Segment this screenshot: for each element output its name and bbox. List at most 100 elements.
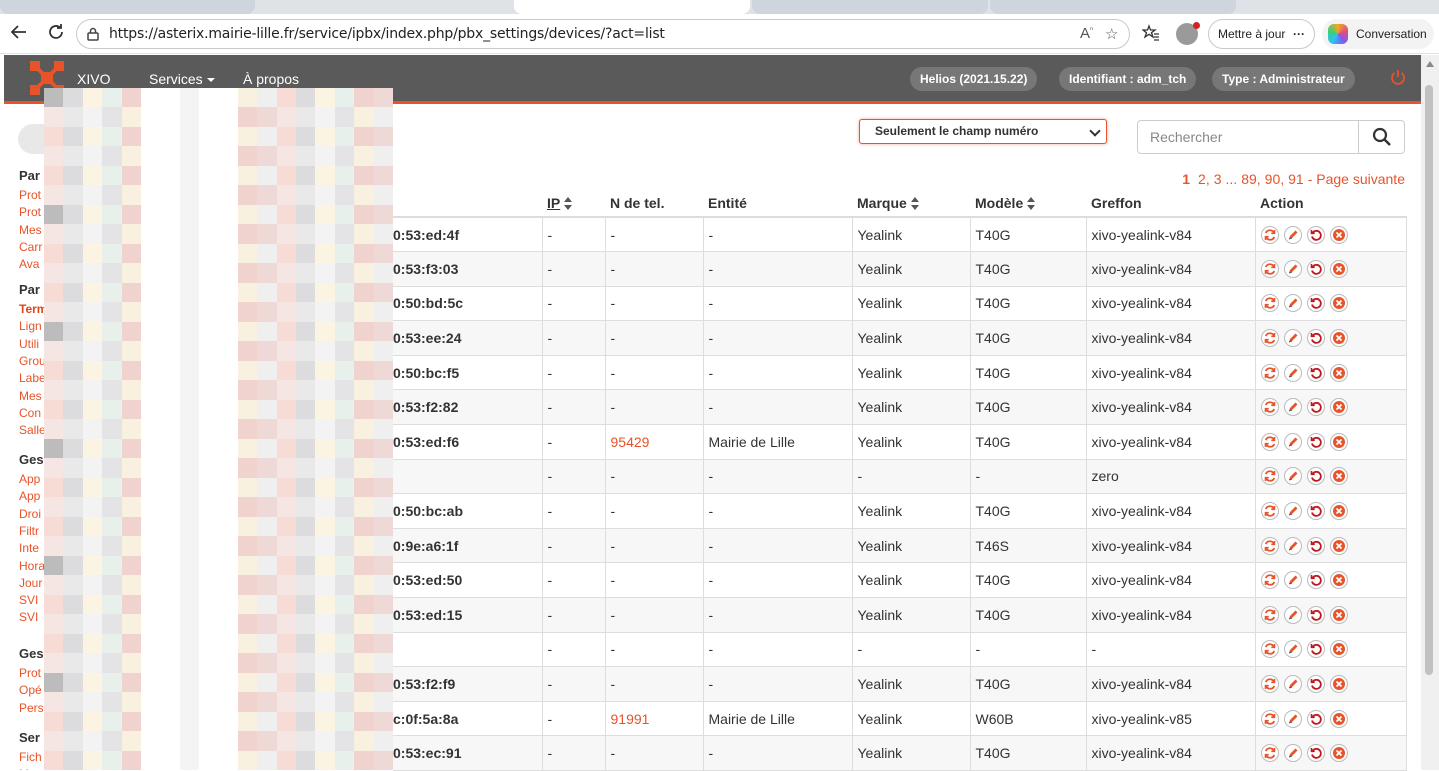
delete-icon[interactable] bbox=[1329, 744, 1348, 763]
cell-tel[interactable]: 95429 bbox=[604, 424, 704, 460]
sidebar-item[interactable]: SVI bbox=[19, 593, 38, 607]
reset-icon[interactable] bbox=[1306, 259, 1325, 278]
edit-icon[interactable] bbox=[1283, 329, 1302, 348]
delete-icon[interactable] bbox=[1329, 502, 1348, 521]
cell-mac[interactable]: 0:53:ee:24 bbox=[393, 320, 543, 356]
synchronize-icon[interactable] bbox=[1260, 467, 1279, 486]
search-button[interactable] bbox=[1358, 120, 1405, 154]
read-aloud-icon[interactable]: Aⁿ bbox=[1080, 25, 1093, 42]
page-scrollbar[interactable] bbox=[1421, 55, 1439, 770]
synchronize-icon[interactable] bbox=[1260, 675, 1279, 694]
sidebar-item[interactable]: Salle bbox=[19, 423, 44, 437]
sort-icon[interactable] bbox=[910, 197, 920, 211]
col-brand-header[interactable]: Marque bbox=[852, 189, 970, 218]
synchronize-icon[interactable] bbox=[1260, 329, 1279, 348]
scroll-up-arrow-icon[interactable] bbox=[1426, 61, 1434, 67]
synchronize-icon[interactable] bbox=[1260, 398, 1279, 417]
reset-icon[interactable] bbox=[1306, 398, 1325, 417]
delete-icon[interactable] bbox=[1329, 709, 1348, 728]
sidebar-item[interactable]: Ava bbox=[19, 257, 39, 271]
edit-icon[interactable] bbox=[1283, 294, 1302, 313]
reset-icon[interactable] bbox=[1306, 467, 1325, 486]
address-bar[interactable]: https://asterix.mairie-lille.fr/service/… bbox=[76, 19, 1130, 49]
cell-mac[interactable]: 0:53:ed:15 bbox=[393, 597, 543, 633]
cell-mac[interactable]: 0:53:ec:91 bbox=[393, 735, 543, 771]
delete-icon[interactable] bbox=[1329, 605, 1348, 624]
browser-tab[interactable] bbox=[752, 0, 988, 14]
reset-icon[interactable] bbox=[1306, 744, 1325, 763]
sidebar-item[interactable]: Fich bbox=[19, 750, 42, 764]
pager-page-link[interactable]: 3 bbox=[1214, 171, 1222, 187]
pager-page-link[interactable]: 89 bbox=[1241, 171, 1257, 187]
pager-page-link[interactable]: 90 bbox=[1265, 171, 1281, 187]
back-button[interactable] bbox=[7, 22, 31, 46]
sidebar-item[interactable]: SVI bbox=[19, 610, 38, 624]
scrollbar-thumb[interactable] bbox=[1425, 85, 1433, 675]
reset-icon[interactable] bbox=[1306, 294, 1325, 313]
edit-icon[interactable] bbox=[1283, 398, 1302, 417]
cell-mac[interactable]: c:0f:5a:8a bbox=[393, 700, 543, 737]
edit-icon[interactable] bbox=[1283, 605, 1302, 624]
sidebar-item[interactable]: Droi bbox=[19, 507, 41, 521]
sidebar-item[interactable]: Hora bbox=[19, 559, 44, 573]
sort-icon[interactable] bbox=[1027, 197, 1036, 211]
sidebar-item[interactable]: Mes bbox=[19, 223, 42, 237]
reload-button[interactable] bbox=[44, 22, 68, 46]
power-icon[interactable] bbox=[1390, 69, 1406, 85]
edit-icon[interactable] bbox=[1283, 432, 1302, 451]
synchronize-icon[interactable] bbox=[1260, 536, 1279, 555]
synchronize-icon[interactable] bbox=[1260, 259, 1279, 278]
synchronize-icon[interactable] bbox=[1260, 294, 1279, 313]
cell-mac[interactable]: 0:9e:a6:1f bbox=[393, 527, 543, 564]
reset-icon[interactable] bbox=[1306, 640, 1325, 659]
synchronize-icon[interactable] bbox=[1260, 571, 1279, 590]
pager-page-link[interactable]: 2 bbox=[1198, 171, 1206, 187]
favorite-star-icon[interactable]: ☆ bbox=[1105, 25, 1118, 43]
edit-icon[interactable] bbox=[1283, 709, 1302, 728]
delete-icon[interactable] bbox=[1329, 259, 1348, 278]
profile-avatar[interactable] bbox=[1176, 22, 1200, 45]
cell-mac[interactable]: 0:50:bc:f5 bbox=[393, 354, 543, 391]
reset-icon[interactable] bbox=[1306, 432, 1325, 451]
sidebar-item[interactable]: Con bbox=[19, 406, 41, 420]
edit-icon[interactable] bbox=[1283, 571, 1302, 590]
browser-tab[interactable] bbox=[990, 0, 1236, 14]
cell-mac[interactable]: 0:53:f3:03 bbox=[393, 251, 543, 287]
delete-icon[interactable] bbox=[1329, 329, 1348, 348]
col-model-header[interactable]: Modèle bbox=[970, 189, 1086, 218]
search-filter-select[interactable]: Seulement le champ numéro bbox=[859, 119, 1107, 144]
delete-icon[interactable] bbox=[1329, 571, 1348, 590]
sidebar-item[interactable]: Inte bbox=[19, 541, 39, 555]
delete-icon[interactable] bbox=[1329, 363, 1348, 382]
sidebar-item[interactable]: Filtr bbox=[19, 524, 39, 538]
sidebar-item[interactable]: App bbox=[19, 472, 40, 486]
about-link[interactable]: À propos bbox=[243, 71, 299, 87]
reset-icon[interactable] bbox=[1306, 675, 1325, 694]
edit-icon[interactable] bbox=[1283, 675, 1302, 694]
cell-mac[interactable]: 0:53:ed:4f bbox=[393, 216, 543, 253]
pager-page-link[interactable]: 91 bbox=[1288, 171, 1304, 187]
sidebar-item[interactable]: Utili bbox=[19, 337, 39, 351]
cell-mac[interactable]: 0:53:ed:50 bbox=[393, 562, 543, 599]
sidebar-item[interactable]: Lign bbox=[19, 319, 42, 333]
cell-tel[interactable]: 91991 bbox=[604, 700, 704, 737]
reset-icon[interactable] bbox=[1306, 502, 1325, 521]
search-input[interactable]: Rechercher bbox=[1137, 120, 1359, 154]
delete-icon[interactable] bbox=[1329, 675, 1348, 694]
reset-icon[interactable] bbox=[1306, 709, 1325, 728]
more-icon[interactable]: ··· bbox=[1293, 20, 1305, 48]
sidebar-item[interactable]: Opé bbox=[19, 683, 42, 697]
sidebar-item[interactable]: Prot bbox=[19, 205, 41, 219]
delete-icon[interactable] bbox=[1329, 432, 1348, 451]
sort-icon[interactable] bbox=[564, 197, 573, 211]
cell-mac[interactable] bbox=[393, 458, 543, 495]
browser-tab[interactable] bbox=[0, 0, 255, 14]
cell-mac[interactable]: 0:53:f2:f9 bbox=[393, 666, 543, 702]
cell-mac[interactable]: 0:50:bc:ab bbox=[393, 493, 543, 529]
sidebar-item[interactable]: Pers bbox=[19, 701, 44, 715]
pager-next[interactable]: - Page suivante bbox=[1308, 171, 1405, 187]
conversation-button[interactable]: Conversation bbox=[1322, 19, 1434, 49]
reset-icon[interactable] bbox=[1306, 363, 1325, 382]
delete-icon[interactable] bbox=[1329, 640, 1348, 659]
sidebar-item[interactable]: Mes bbox=[19, 389, 42, 403]
